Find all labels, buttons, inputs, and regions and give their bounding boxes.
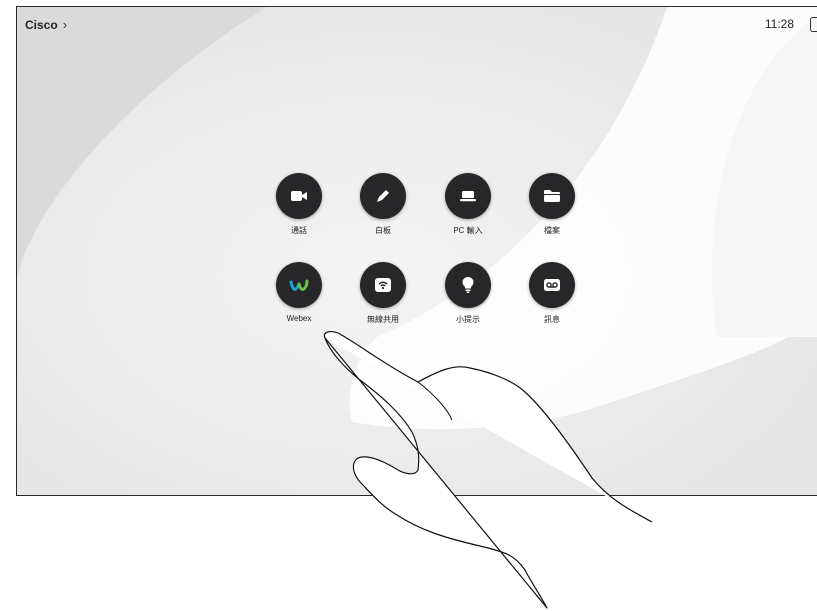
pointing-hand-illustration — [323, 331, 653, 609]
